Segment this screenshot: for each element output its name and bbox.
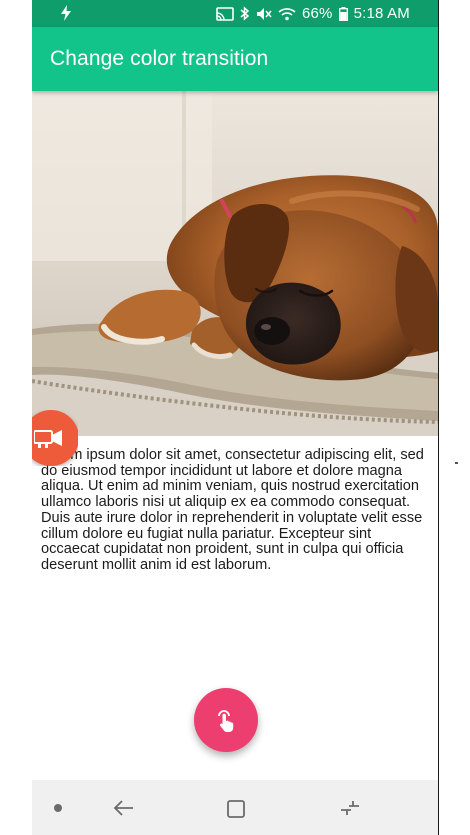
video-fab-button[interactable] xyxy=(32,410,78,466)
recents-icon[interactable] xyxy=(338,798,362,818)
bluetooth-icon xyxy=(240,6,250,21)
page-title: Change color transition xyxy=(50,47,269,70)
battery-percent: 66% xyxy=(301,5,333,22)
system-nav-bar xyxy=(32,780,438,835)
mute-icon xyxy=(256,7,272,20)
touch-hand-icon xyxy=(218,710,234,732)
back-icon[interactable] xyxy=(112,798,136,818)
status-bar: 66% 5:18 AM xyxy=(32,0,438,27)
home-icon[interactable] xyxy=(226,799,246,819)
device-edge xyxy=(438,0,439,835)
app-bar: Change color transition xyxy=(32,27,438,91)
cast-icon xyxy=(216,6,234,21)
status-icons: 66% 5:18 AM xyxy=(216,0,410,27)
touch-fab-button[interactable] xyxy=(194,688,258,752)
nav-dot-icon[interactable] xyxy=(54,804,62,812)
lorem-ipsum-paragraph: Lorem ipsum dolor sit amet, consectetur … xyxy=(41,447,424,573)
flash-icon xyxy=(61,5,71,21)
video-camera-icon xyxy=(34,430,62,448)
app-screen: 66% 5:18 AM Change color transition Lore… xyxy=(32,0,438,835)
stray-mark xyxy=(455,462,458,464)
battery-icon xyxy=(338,6,348,21)
wifi-icon xyxy=(278,7,296,20)
status-time: 5:18 AM xyxy=(353,5,410,22)
sleeping-puppy-image xyxy=(32,91,438,436)
